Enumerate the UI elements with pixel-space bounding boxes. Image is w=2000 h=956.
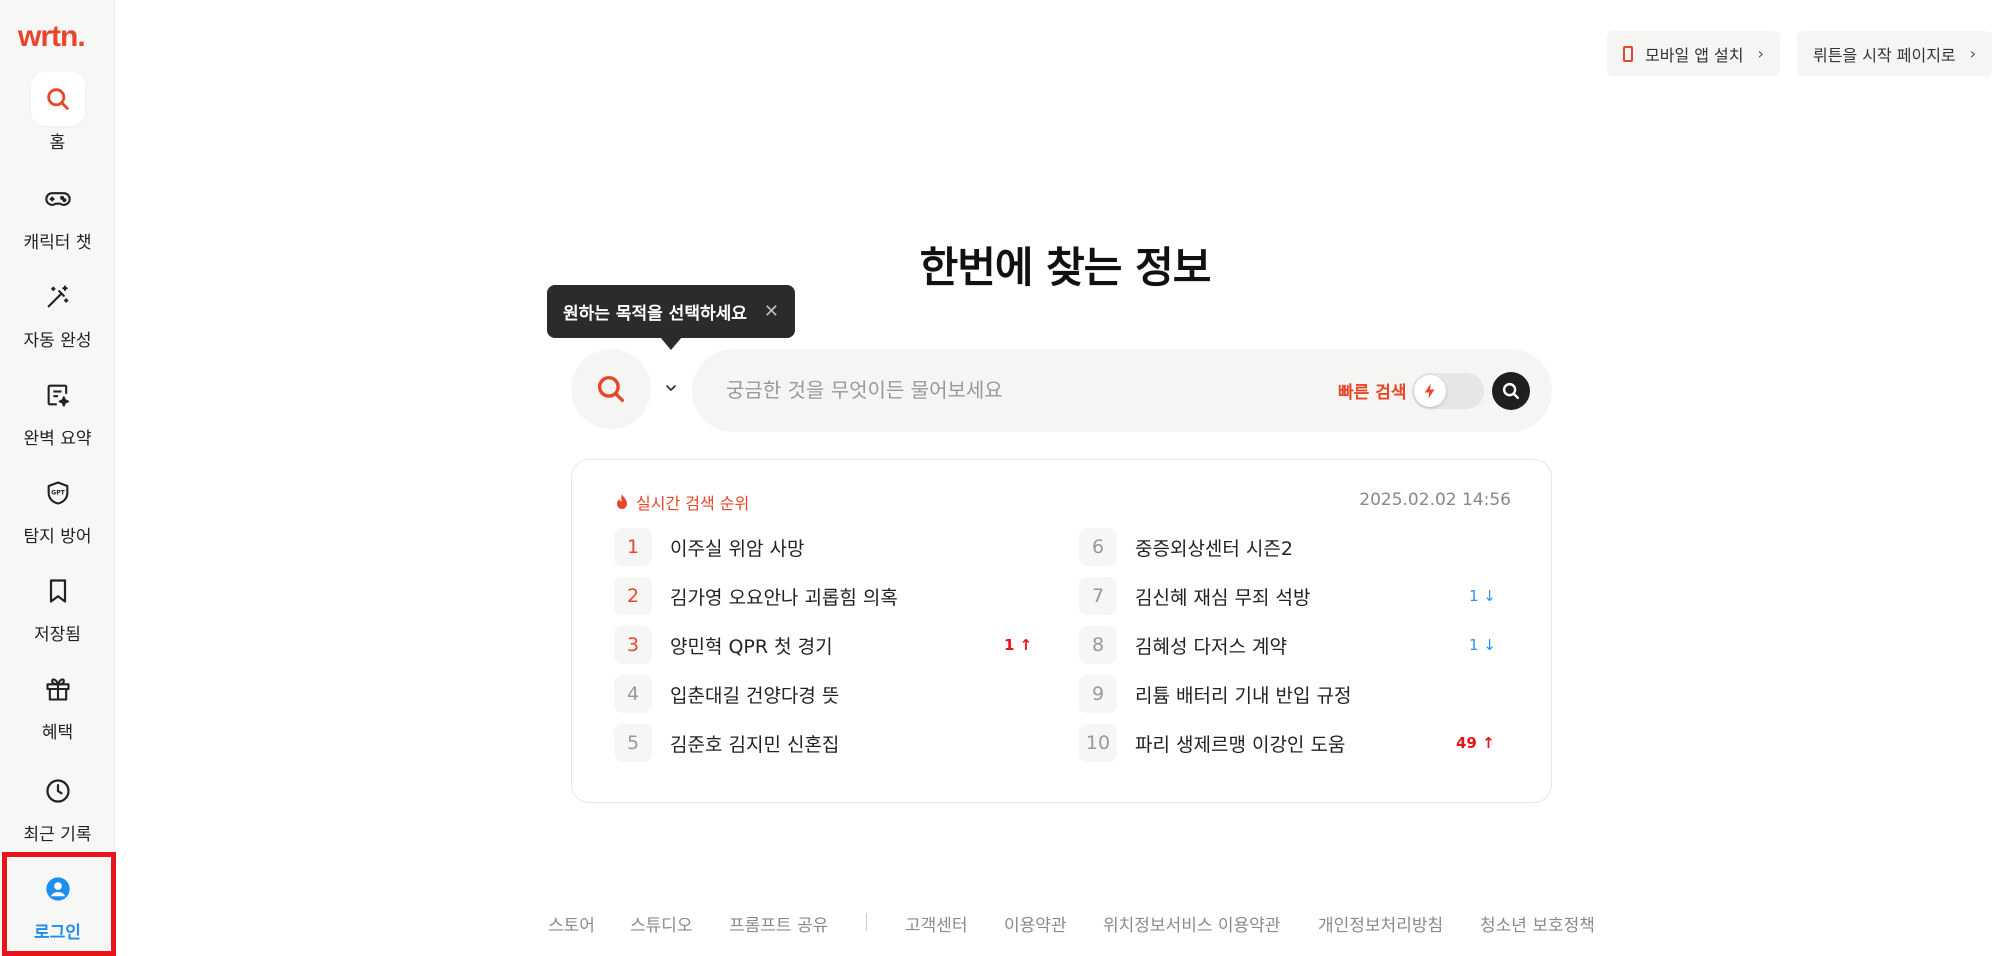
sidebar-item-label: 혜택 — [41, 723, 74, 743]
wrtn-logo[interactable]: wrtn. — [18, 20, 86, 54]
search-icon — [30, 72, 85, 126]
trending-timestamp: 2025.02.02 14:56 — [1359, 490, 1511, 510]
user-circle-icon — [31, 862, 85, 916]
chevron-right-icon: › — [1757, 44, 1764, 63]
rank-number: 6 — [1079, 528, 1117, 566]
sidebar-item-recent-history[interactable]: 최근 기록 — [0, 764, 115, 854]
trending-item-4[interactable]: 4 입춘대길 건양다경 뜻 — [614, 675, 839, 713]
footer-divider — [866, 913, 867, 931]
gift-icon — [31, 662, 85, 716]
tooltip-text: 원하는 목적을 선택하세요 — [563, 304, 747, 324]
chevron-right-icon: › — [1969, 44, 1977, 63]
sidebar-item-label: 탐지 방어 — [23, 527, 92, 547]
set-start-page-label: 뤼튼을 시작 페이지로 — [1813, 45, 1956, 65]
footer-link-prompt-share[interactable]: 프롬프트 공유 — [729, 911, 828, 936]
bookmark-icon — [31, 564, 85, 618]
trending-item-1[interactable]: 1 이주실 위암 사망 — [614, 528, 804, 566]
rank-keyword: 이주실 위암 사망 — [670, 537, 805, 560]
trending-item-10[interactable]: 10 파리 생제르맹 이강인 도움 — [1079, 724, 1345, 762]
sidebar-item-label: 홈 — [49, 133, 66, 153]
sidebar-item-login[interactable]: 로그인 — [0, 862, 115, 952]
rank-keyword: 중증외상센터 시즌2 — [1135, 537, 1293, 560]
sidebar-item-detection-defense[interactable]: GPT 탐지 방어 — [0, 466, 115, 556]
sidebar: wrtn. 홈 캐릭터 챗 자동 완성 완벽 요약 GPT 탐지 방어 저장됨 … — [0, 0, 116, 956]
trending-card: 실시간 검색 순위 2025.02.02 14:56 1 이주실 위암 사망 2… — [571, 459, 1552, 803]
sidebar-item-label: 로그인 — [34, 923, 81, 943]
footer-link-youth-protection[interactable]: 청소년 보호정책 — [1480, 911, 1595, 936]
sidebar-item-benefits[interactable]: 혜택 — [0, 662, 115, 752]
footer-link-store[interactable]: 스토어 — [548, 911, 595, 936]
sidebar-item-label: 자동 완성 — [23, 331, 92, 351]
rank-number: 7 — [1079, 577, 1117, 615]
rank-keyword: 양민혁 QPR 첫 경기 — [670, 635, 833, 658]
trending-item-7[interactable]: 7 김신혜 재심 무죄 석방 — [1079, 577, 1310, 615]
footer-link-terms[interactable]: 이용약관 — [1004, 911, 1067, 936]
search-mode-button[interactable] — [571, 349, 651, 429]
page-title: 한번에 찾는 정보 — [919, 243, 1212, 292]
trending-item-2[interactable]: 2 김가영 오요안나 괴롭힘 의혹 — [614, 577, 898, 615]
chevron-down-icon[interactable] — [662, 376, 680, 400]
trending-item-9[interactable]: 9 리튬 배터리 기내 반입 규정 — [1079, 675, 1351, 713]
rank-number: 9 — [1079, 675, 1117, 713]
trending-item-5[interactable]: 5 김준호 김지민 신혼집 — [614, 724, 839, 762]
document-sparkle-icon — [31, 368, 85, 422]
sidebar-item-label: 저장됨 — [34, 625, 81, 645]
rank-number: 10 — [1079, 724, 1117, 762]
set-start-page-button[interactable]: 뤼튼을 시작 페이지로 › — [1797, 31, 1993, 76]
quick-search-label: 빠른 검색 — [1338, 383, 1407, 403]
rank-number: 5 — [614, 724, 652, 762]
sidebar-item-home[interactable]: 홈 — [0, 72, 115, 162]
trending-title: 실시간 검색 순위 — [614, 490, 749, 514]
search-icon — [597, 375, 625, 403]
search-bar: 빠른 검색 — [692, 349, 1552, 432]
rank-keyword: 파리 생제르맹 이강인 도움 — [1135, 733, 1346, 756]
tooltip-tail — [660, 337, 682, 350]
rank-number: 3 — [614, 626, 652, 664]
rank-keyword: 김가영 오요안나 괴롭힘 의혹 — [670, 586, 898, 609]
svg-text:GPT: GPT — [51, 490, 65, 497]
phone-icon — [1623, 45, 1633, 62]
rank-keyword: 김신혜 재심 무죄 석방 — [1135, 586, 1311, 609]
clock-icon — [31, 764, 85, 818]
footer-link-studio[interactable]: 스튜디오 — [630, 911, 693, 936]
rank-number: 8 — [1079, 626, 1117, 664]
purpose-tooltip: 원하는 목적을 선택하세요 ✕ — [547, 285, 795, 350]
rank-number: 1 — [614, 528, 652, 566]
rank-number: 2 — [614, 577, 652, 615]
shield-gpt-icon: GPT — [31, 466, 85, 520]
sidebar-item-summary[interactable]: 완벽 요약 — [0, 368, 115, 458]
lightning-icon — [1424, 383, 1435, 399]
rank-change-up: 49 ↑ — [1456, 734, 1495, 752]
footer-link-privacy-policy[interactable]: 개인정보처리방침 — [1318, 911, 1443, 936]
footer-link-customer-center[interactable]: 고객센터 — [905, 911, 968, 936]
search-input[interactable] — [726, 371, 1326, 409]
rank-keyword: 입춘대길 건양다경 뜻 — [670, 684, 840, 707]
rank-keyword: 김혜성 다저스 계약 — [1135, 635, 1287, 658]
trending-item-3[interactable]: 3 양민혁 QPR 첫 경기 — [614, 626, 833, 664]
sidebar-item-label: 완벽 요약 — [23, 429, 92, 449]
trending-item-6[interactable]: 6 중증외상센터 시즌2 — [1079, 528, 1293, 566]
footer-link-location-terms[interactable]: 위치정보서비스 이용약관 — [1103, 911, 1280, 936]
rank-change-up: 1 ↑ — [1004, 636, 1033, 654]
fire-icon — [617, 494, 627, 509]
page-headline: 한번에 찾는 정보 — [0, 234, 2000, 295]
quick-search-toggle[interactable] — [1412, 373, 1484, 409]
sidebar-item-label: 최근 기록 — [23, 825, 92, 845]
close-icon[interactable]: ✕ — [764, 301, 779, 322]
toggle-knob — [1414, 375, 1446, 407]
trending-title-text: 실시간 검색 순위 — [636, 494, 750, 513]
rank-keyword: 리튬 배터리 기내 반입 규정 — [1135, 684, 1352, 707]
rank-change-down: 1 ↓ — [1469, 587, 1496, 605]
trending-item-8[interactable]: 8 김혜성 다저스 계약 — [1079, 626, 1287, 664]
install-mobile-app-button[interactable]: 모바일 앱 설치 › — [1607, 31, 1780, 76]
sidebar-item-saved[interactable]: 저장됨 — [0, 564, 115, 654]
rank-change-down: 1 ↓ — [1469, 636, 1496, 654]
gamepad-icon — [31, 172, 85, 226]
rank-number: 4 — [614, 675, 652, 713]
search-submit-button[interactable] — [1492, 372, 1530, 410]
install-mobile-app-label: 모바일 앱 설치 — [1645, 45, 1744, 65]
rank-keyword: 김준호 김지민 신혼집 — [670, 733, 840, 756]
search-icon — [1502, 382, 1520, 400]
